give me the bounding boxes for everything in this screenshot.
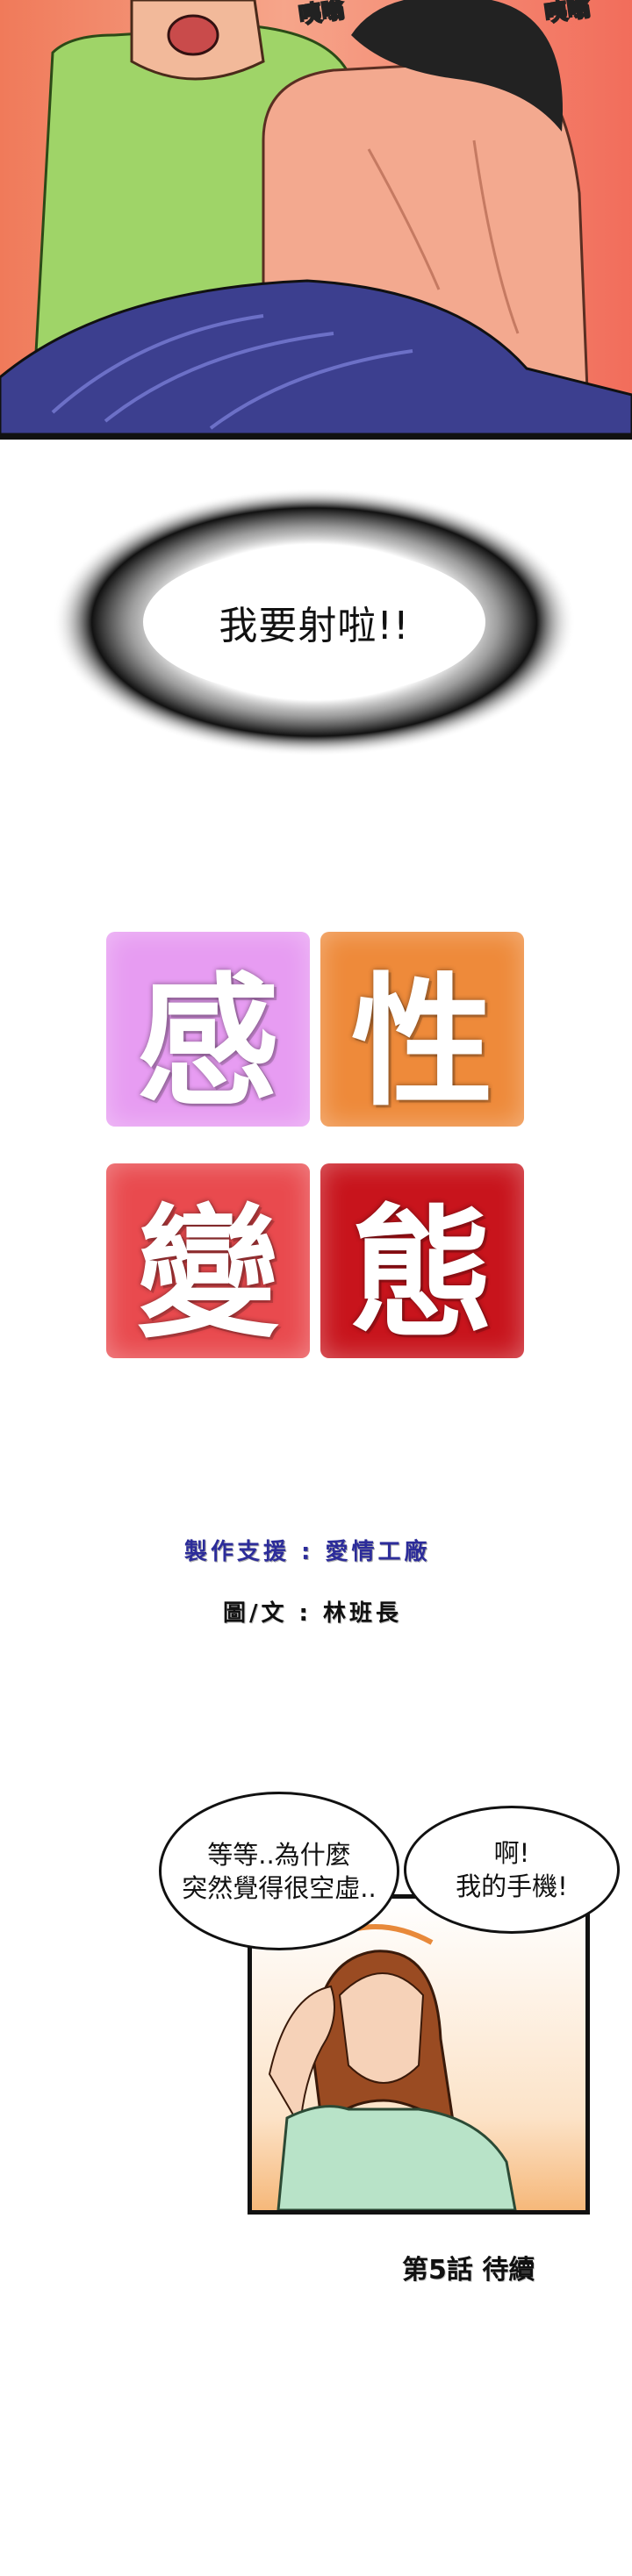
speech-bubble-right: 啊! 我的手機! (404, 1806, 620, 1934)
art-text-credit: 圖/文 : 林班長 (223, 1600, 402, 1627)
bubble-line: 突然覺得很空虛.. (182, 1872, 377, 1903)
green-uniform (276, 2105, 517, 2210)
to-be-continued-label: 第5話 待續 (402, 2255, 535, 2286)
speech-bubble-left: 等等..為什麼 突然覺得很空虛.. (159, 1792, 399, 1950)
logo-char: 變 (137, 1191, 279, 1357)
shout-burst: 我要射啦!! (51, 486, 578, 758)
shout-text: 我要射啦!! (219, 604, 410, 648)
logo-char: 態 (351, 1191, 493, 1357)
top-comic-panel: 咦嗡 咦嗡 (0, 0, 632, 440)
bubble-line: 啊! (493, 1838, 530, 1868)
open-mouth (167, 14, 219, 56)
logo-tile-1: 感 (106, 932, 310, 1127)
logo-tile-4: 態 (320, 1163, 524, 1358)
woman-face (338, 1972, 425, 2084)
logo-tile-3: 變 (106, 1163, 310, 1358)
logo-char: 性 (351, 960, 493, 1126)
bubble-line: 我的手機! (456, 1871, 568, 1901)
top-panel-art (0, 0, 632, 434)
bubble-line: 等等..為什麼 (207, 1839, 351, 1870)
production-credit: 製作支援 : 愛情工廠 (184, 1539, 431, 1565)
logo-tile-2: 性 (320, 932, 524, 1127)
logo-char: 感 (137, 960, 279, 1126)
